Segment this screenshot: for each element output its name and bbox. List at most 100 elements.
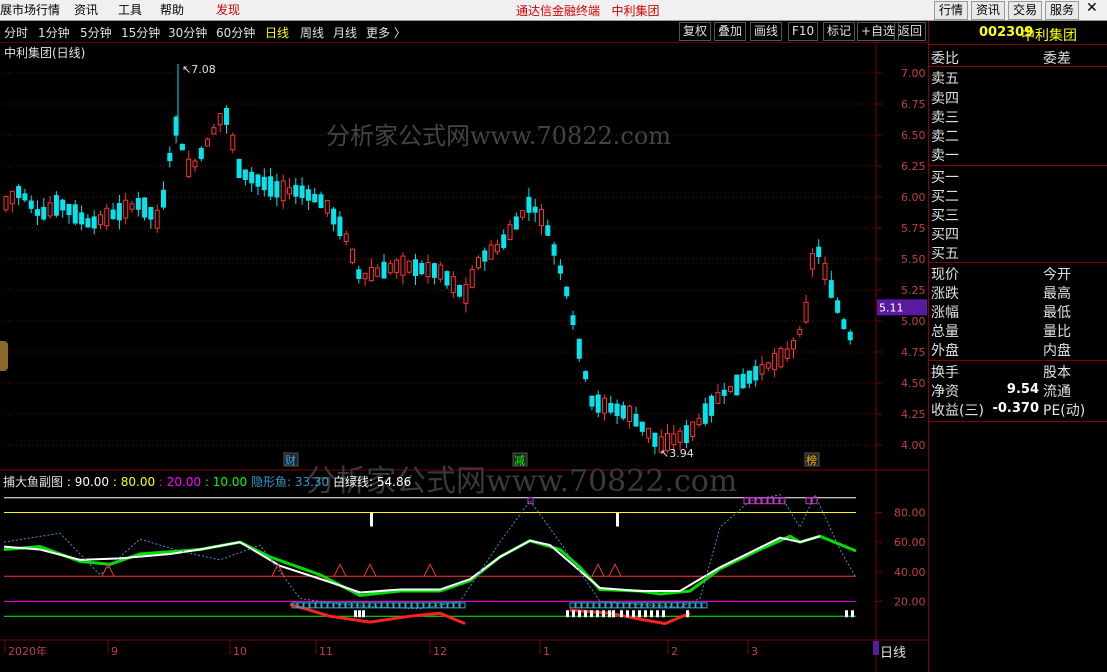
tab-news[interactable]: 资讯 <box>971 1 1006 20</box>
menu-bar: 展市场行情 资讯 工具 帮助 发现 通达信金融终端 中利集团 行情 资讯 交易 … <box>0 0 1107 21</box>
overlay-button[interactable]: 叠加 <box>714 22 747 41</box>
tab-period[interactable]: 30分钟 <box>168 24 207 41</box>
add-watchlist-button[interactable]: +自选 <box>857 22 900 41</box>
candle <box>683 425 689 443</box>
date-label: 11 <box>319 645 333 658</box>
tab-quotes[interactable]: 行情 <box>934 1 969 20</box>
candle <box>822 262 828 280</box>
candle <box>192 160 198 168</box>
candle <box>217 113 223 126</box>
candle <box>759 364 765 375</box>
signal-box <box>441 602 448 609</box>
candle <box>646 427 652 439</box>
menu-news[interactable]: 资讯 <box>74 2 98 18</box>
signal-box <box>593 602 600 609</box>
signal-box <box>321 602 328 609</box>
adjust-button[interactable]: 复权 <box>679 22 712 41</box>
red-low-line <box>569 608 691 626</box>
indicator-tick-label: 20.00 <box>894 595 926 608</box>
indicator-tick-label: 60.00 <box>894 536 926 549</box>
signal-box <box>399 602 406 609</box>
side-handle[interactable] <box>0 341 8 371</box>
signal-box <box>339 602 346 609</box>
candle <box>154 209 160 229</box>
price-tick-label: 6.00 <box>901 191 926 204</box>
candle <box>696 417 702 426</box>
candle <box>305 189 311 201</box>
tab-period[interactable]: 月线 <box>333 24 357 41</box>
candle <box>198 147 204 160</box>
signal-box <box>387 602 394 609</box>
candle <box>368 266 374 282</box>
sell-level: 卖一 <box>931 148 959 164</box>
price-tick-label: 5.50 <box>901 253 926 266</box>
signal-box-top <box>749 497 756 505</box>
candle <box>110 209 116 220</box>
signal-triangle <box>591 563 605 577</box>
date-label: 2020年 <box>8 644 47 658</box>
candle <box>841 319 847 329</box>
tab-more[interactable]: 更多 〉 <box>366 24 406 41</box>
tab-period[interactable]: 60分钟 <box>216 24 255 41</box>
signal-bar-low <box>656 610 659 618</box>
candle <box>608 402 614 413</box>
signal-bar-low <box>612 610 615 618</box>
tab-period[interactable]: 分时 <box>4 24 28 41</box>
tab-period-active[interactable]: 日线 <box>265 24 289 41</box>
signal-triangle <box>101 563 115 577</box>
scroll-indicator[interactable] <box>873 641 879 655</box>
candle <box>16 186 22 199</box>
price-tick-label: 4.50 <box>901 377 926 390</box>
quote-label: 最低 <box>1043 305 1071 321</box>
tab-period[interactable]: 5分钟 <box>80 24 112 41</box>
draw-button[interactable]: 画线 <box>750 22 783 41</box>
candle <box>816 246 822 258</box>
menu-discover[interactable]: 发现 <box>216 2 240 18</box>
extra-label: 换手 <box>931 365 959 381</box>
buy-level: 买五 <box>931 246 959 262</box>
candle <box>444 271 450 286</box>
signal-box <box>587 602 594 609</box>
candle <box>224 107 229 125</box>
candle <box>494 244 500 253</box>
quote-panel: 002309 中利集团 委比 委差 卖五 卖四 卖三 卖二 卖一 买一 买二 买… <box>928 21 1107 672</box>
signal-box <box>411 602 418 609</box>
close-icon[interactable]: ✕ <box>1086 0 1098 16</box>
candle <box>394 259 400 273</box>
signal-box <box>569 602 576 609</box>
tab-period[interactable]: 15分钟 <box>121 24 160 41</box>
candle <box>406 260 412 273</box>
tab-service[interactable]: 服务 <box>1045 1 1080 20</box>
candle <box>312 193 318 203</box>
candle <box>507 224 513 241</box>
signal-box <box>701 602 708 609</box>
candle <box>85 218 91 228</box>
menu-market[interactable]: 展市场行情 <box>0 2 60 18</box>
candle <box>116 203 122 221</box>
sell-level: 卖四 <box>931 91 959 107</box>
mark-button[interactable]: 标记 <box>823 22 856 41</box>
signal-bar-low <box>620 610 623 618</box>
extra-label: 净资 <box>931 384 959 400</box>
bottom-period-tab[interactable]: 日线 <box>880 642 906 661</box>
back-button[interactable]: 返回 <box>894 22 927 41</box>
tab-period[interactable]: 1分钟 <box>38 24 70 41</box>
candle <box>356 269 362 279</box>
quote-label: 涨跌 <box>931 286 959 302</box>
candle <box>186 158 192 178</box>
menu-help[interactable]: 帮助 <box>160 2 184 18</box>
f10-button[interactable]: F10 <box>788 22 819 41</box>
signal-bar-low <box>362 610 365 618</box>
signal-box <box>599 602 606 609</box>
extra-label: 流通 <box>1043 384 1071 400</box>
tab-period[interactable]: 周线 <box>300 24 324 41</box>
buy-level: 买一 <box>931 170 959 186</box>
candle <box>3 196 9 211</box>
menu-tools[interactable]: 工具 <box>118 2 142 18</box>
candle <box>482 250 488 262</box>
candle <box>778 348 784 368</box>
tab-trade[interactable]: 交易 <box>1008 1 1043 20</box>
candle <box>620 405 626 419</box>
candle <box>53 195 59 216</box>
candle <box>123 199 129 219</box>
